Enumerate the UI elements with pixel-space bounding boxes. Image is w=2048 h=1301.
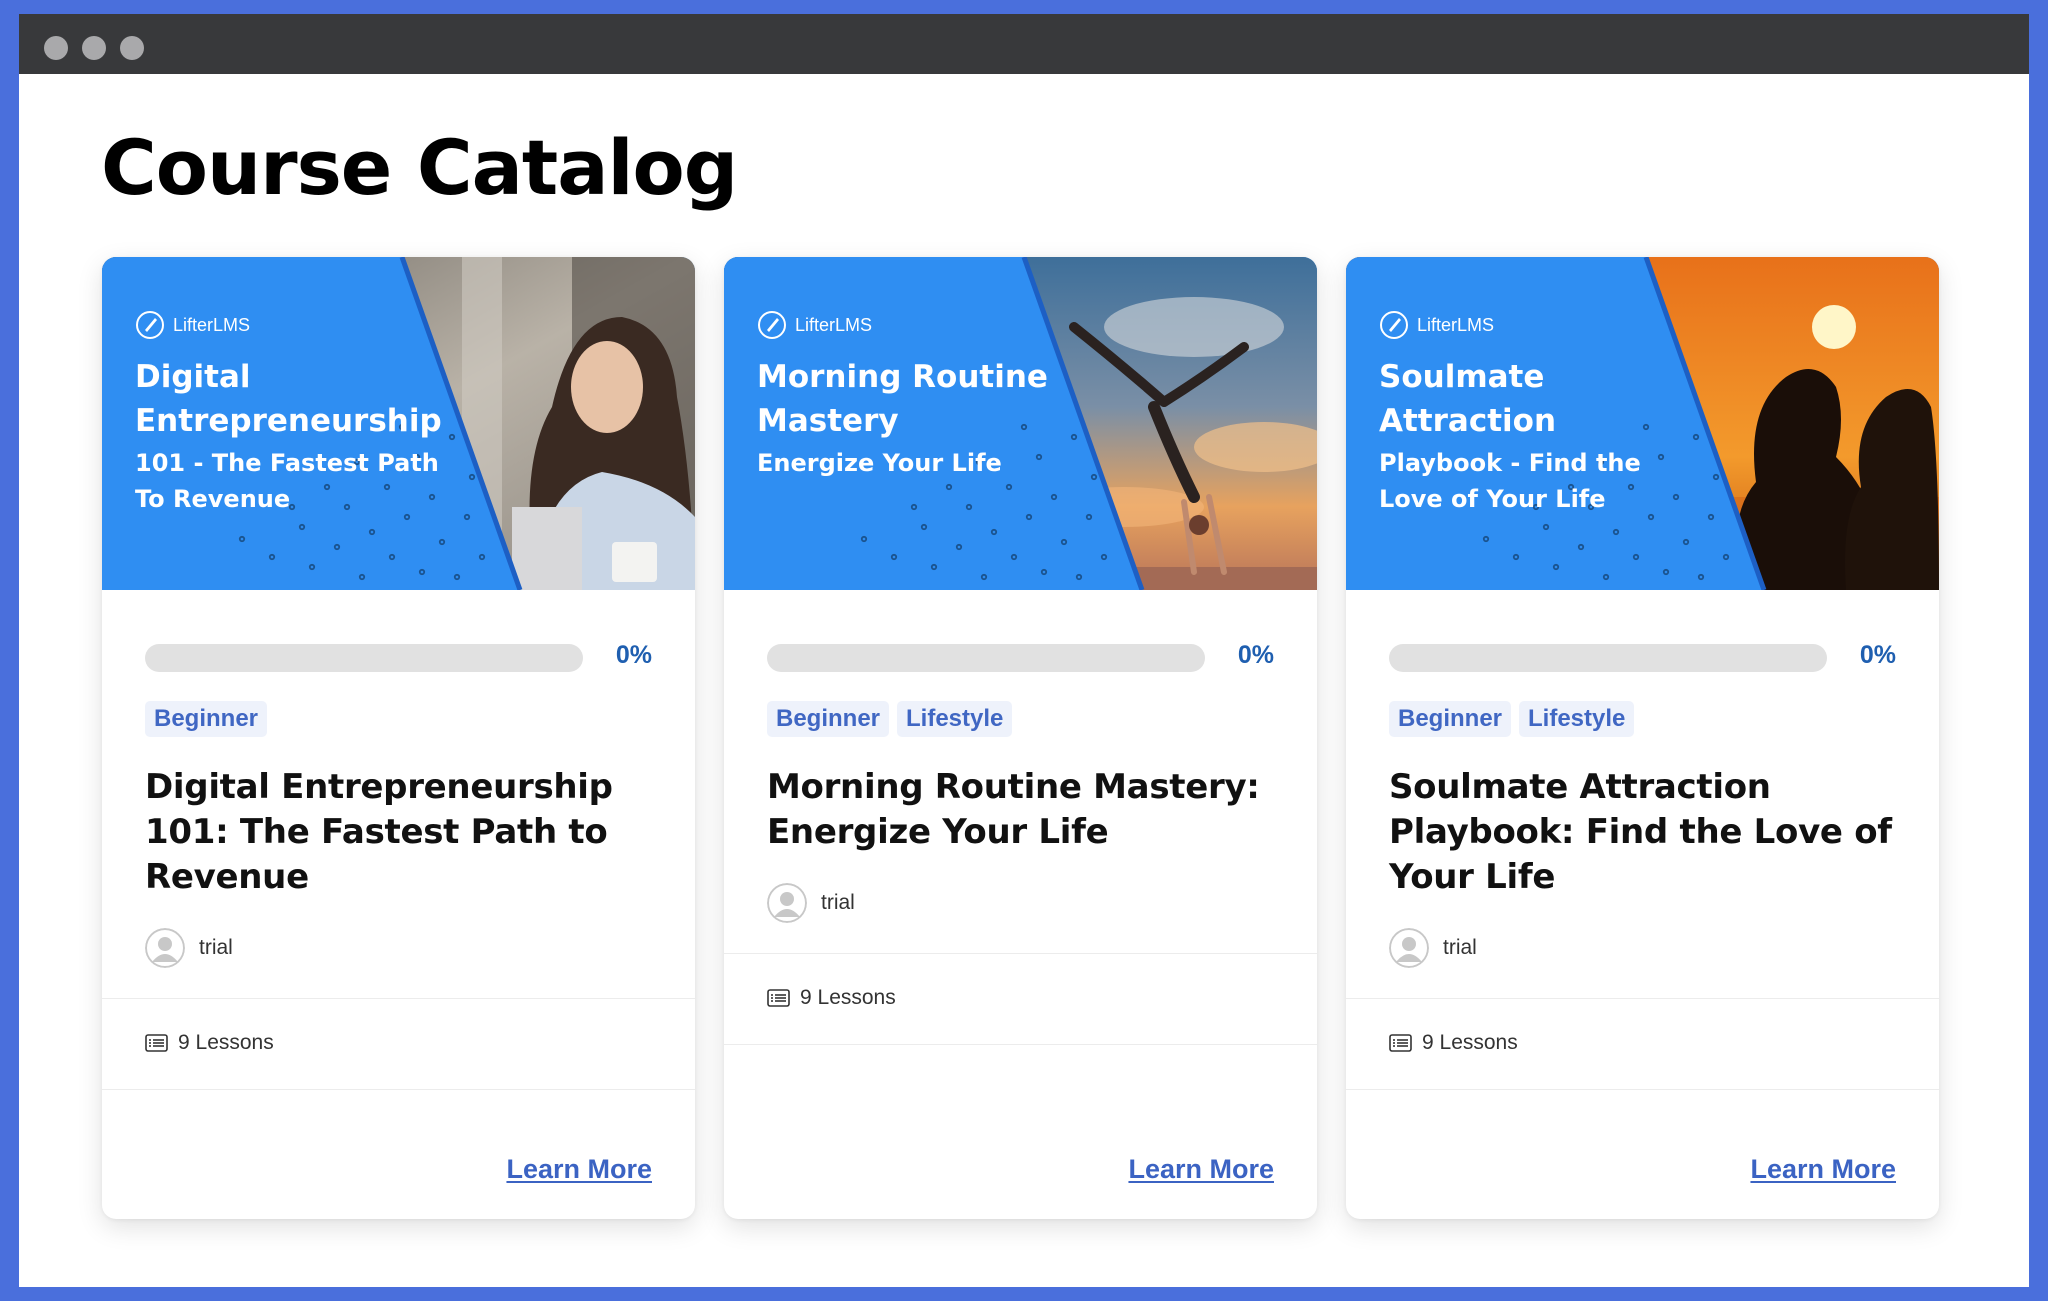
course-card: LifterLMS Digital Entrepreneurship 101 -… [102,257,695,1219]
tag-list: Beginner [145,701,268,737]
course-title[interactable]: Morning Routine Mastery: Energize Your L… [767,765,1287,855]
tag-list: Beginner Lifestyle [767,701,1013,737]
card-divider [1346,1089,1939,1090]
card-divider [102,998,695,999]
list-icon [145,1034,168,1052]
progress-percent: 0% [1237,641,1274,669]
progress-percent: 0% [1859,641,1896,669]
rocket-icon [1380,311,1408,339]
course-card: LifterLMS Soulmate Attraction Playbook -… [1346,257,1939,1219]
window-close-dot[interactable] [44,36,68,60]
lesson-count: 9 Lessons [767,986,896,1010]
course-author[interactable]: trial [145,928,233,968]
card-divider [1346,998,1939,999]
banner-title: Digital Entrepreneurship [135,359,442,439]
lesson-count-label: 9 Lessons [178,1031,274,1054]
page-title: Course Catalog [101,123,738,212]
tag-beginner[interactable]: Beginner [145,701,268,737]
lesson-count: 9 Lessons [1389,1031,1518,1055]
window-minimize-dot[interactable] [82,36,106,60]
window-titlebar [19,14,2029,74]
card-divider [102,1089,695,1090]
tag-list: Beginner Lifestyle [1389,701,1635,737]
rocket-icon [758,311,786,339]
banner-brand: LifterLMS [173,314,251,335]
author-name: trial [821,891,855,914]
lesson-count-label: 9 Lessons [800,986,896,1009]
course-author[interactable]: trial [767,883,855,923]
learn-more-link[interactable]: Learn More [506,1154,652,1185]
lesson-count: 9 Lessons [145,1031,274,1055]
banner-subtitle: 101 - The Fastest Path To Revenue [135,449,439,513]
tag-lifestyle[interactable]: Lifestyle [1519,701,1635,737]
banner-subtitle: Playbook - Find the Love of Your Life [1379,449,1641,513]
avatar-icon [1389,928,1429,968]
course-banner-image[interactable]: LifterLMS Soulmate Attraction Playbook -… [1346,257,1939,590]
course-banner-image[interactable]: LifterLMS Morning Routine Mastery Energi… [724,257,1317,590]
banner-subtitle: Energize Your Life [757,449,1002,477]
banner-brand: LifterLMS [1417,314,1495,335]
course-banner-image[interactable]: LifterLMS Digital Entrepreneurship 101 -… [102,257,695,590]
course-author[interactable]: trial [1389,928,1477,968]
course-title[interactable]: Digital Entrepreneurship 101: The Fastes… [145,765,665,900]
lifterlms-logo: LifterLMS [135,310,250,340]
window-zoom-dot[interactable] [120,36,144,60]
list-icon [1389,1034,1412,1052]
banner-title: Soulmate Attraction [1379,359,1557,439]
progress-percent: 0% [615,641,652,669]
progress-bar [767,644,1205,672]
tag-beginner[interactable]: Beginner [1389,701,1512,737]
learn-more-link[interactable]: Learn More [1750,1154,1896,1185]
lifterlms-logo: LifterLMS [757,310,872,340]
card-divider [724,1044,1317,1045]
avatar-icon [767,883,807,923]
card-divider [724,953,1317,954]
browser-window: Course Catalog LifterLMS Digital Entrepr… [19,14,2029,1287]
banner-title: Morning Routine Mastery [757,359,1048,439]
avatar-icon [145,928,185,968]
lesson-count-label: 9 Lessons [1422,1031,1518,1054]
progress-bar [145,644,583,672]
course-title[interactable]: Soulmate Attraction Playbook: Find the L… [1389,765,1909,900]
tag-lifestyle[interactable]: Lifestyle [897,701,1013,737]
lifterlms-logo: LifterLMS [1379,310,1494,340]
tag-beginner[interactable]: Beginner [767,701,890,737]
list-icon [767,989,790,1007]
rocket-icon [136,311,164,339]
author-name: trial [199,936,233,959]
course-card: LifterLMS Morning Routine Mastery Energi… [724,257,1317,1219]
banner-brand: LifterLMS [795,314,873,335]
progress-bar [1389,644,1827,672]
learn-more-link[interactable]: Learn More [1128,1154,1274,1185]
author-name: trial [1443,936,1477,959]
